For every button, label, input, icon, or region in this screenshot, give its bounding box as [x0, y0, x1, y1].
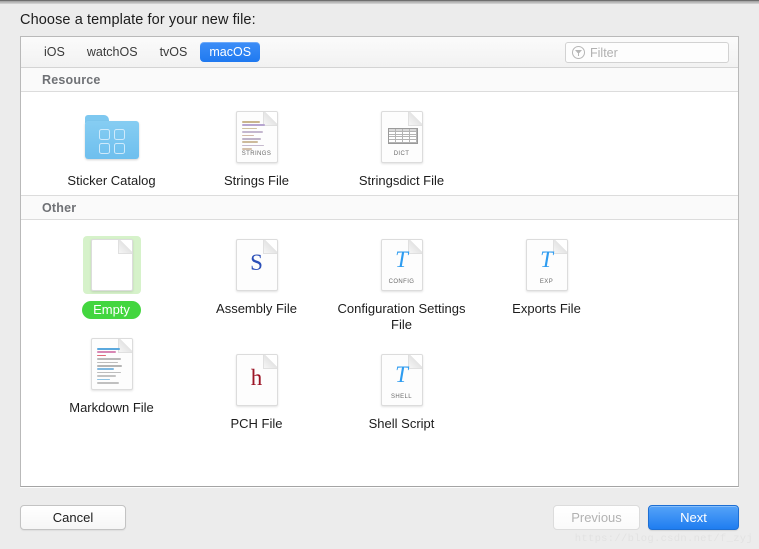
template-item-label: Sticker Catalog: [67, 173, 156, 188]
section-header-resource: Resource: [21, 68, 738, 92]
config-document-icon: T CONFIG: [380, 239, 423, 291]
new-file-template-dialog: Choose a template for your new file: iOS…: [0, 0, 759, 549]
icon-container: T SHELL: [373, 351, 431, 409]
document-tag-label: EXP: [539, 279, 554, 285]
template-item-stringsdict-file[interactable]: DICT Stringsdict File: [329, 106, 474, 189]
template-item-label: Assembly File: [216, 301, 297, 316]
icon-container: STRINGS: [228, 108, 286, 166]
template-item-shell-script[interactable]: T SHELL Shell Script: [329, 349, 474, 432]
pch-document-icon: h: [235, 354, 278, 406]
dict-document-icon: DICT: [380, 111, 423, 163]
template-item-label: Strings File: [223, 173, 290, 188]
exports-document-icon: T EXP: [525, 239, 568, 291]
section-header-other: Other: [21, 196, 738, 220]
template-item-label: Stringsdict File: [358, 173, 445, 188]
window-top-edge: [0, 0, 759, 4]
platform-tabs: iOS watchOS tvOS macOS: [21, 42, 261, 62]
template-item-exports-file[interactable]: T EXP Exports File: [474, 234, 619, 333]
folder-sticker-icon: [84, 115, 139, 159]
template-grid-resource: Sticker Catalog STRINGS Strings File DIC…: [21, 106, 738, 189]
icon-container: [83, 108, 141, 166]
template-item-sticker-catalog[interactable]: Sticker Catalog: [39, 106, 184, 189]
previous-button[interactable]: Previous: [553, 505, 640, 530]
template-item-label: Markdown File: [69, 400, 154, 415]
template-grid-other: Empty S Assembly File T CONFIG Configura…: [21, 234, 738, 432]
template-item-strings-file[interactable]: STRINGS Strings File: [184, 106, 329, 189]
icon-container: T CONFIG: [373, 236, 431, 294]
template-item-empty[interactable]: Empty: [39, 234, 184, 333]
template-item-label: Configuration Settings File: [337, 301, 466, 332]
platform-tabstrip: iOS watchOS tvOS macOS: [21, 37, 738, 68]
section-body-resource: Sticker Catalog STRINGS Strings File DIC…: [21, 92, 738, 195]
watermark-text: https://blog.csdn.net/f_zyj: [574, 533, 753, 545]
page-title: Choose a template for your new file:: [20, 12, 256, 28]
section-body-other: Empty S Assembly File T CONFIG Configura…: [21, 220, 738, 438]
icon-container: [82, 236, 141, 294]
icon-container: h: [228, 351, 286, 409]
template-item-label: Exports File: [512, 301, 581, 316]
tab-ios[interactable]: iOS: [35, 42, 74, 62]
template-item-markdown-file[interactable]: Markdown File: [39, 333, 184, 432]
tab-watchos[interactable]: watchOS: [78, 42, 147, 62]
filter-input[interactable]: [590, 45, 722, 60]
document-text-lines: [241, 121, 272, 152]
document-glyph: h: [250, 365, 263, 390]
template-item-configuration-settings-file[interactable]: T CONFIG Configuration Settings File: [329, 234, 474, 333]
template-item-label: Shell Script: [368, 416, 435, 431]
template-item-label: Empty: [82, 301, 141, 319]
icon-container: S: [228, 236, 286, 294]
markdown-document-icon: [90, 338, 133, 390]
document-tag-label: CONFIG: [388, 279, 415, 285]
document-glyph: T: [540, 247, 553, 272]
next-button[interactable]: Next: [648, 505, 739, 530]
blank-document-icon: [90, 239, 133, 291]
document-tag-label: SHELL: [390, 394, 412, 400]
filter-field[interactable]: [565, 42, 729, 63]
template-item-pch-file[interactable]: h PCH File: [184, 349, 329, 432]
icon-container: [83, 335, 141, 393]
icon-container: T EXP: [518, 236, 576, 294]
template-item-assembly-file[interactable]: S Assembly File: [184, 234, 329, 333]
icon-container: DICT: [373, 108, 431, 166]
document-tag-label: STRINGS: [241, 151, 272, 157]
cancel-button[interactable]: Cancel: [20, 505, 126, 530]
document-glyph: T: [395, 362, 408, 387]
template-item-label: PCH File: [230, 416, 283, 431]
strings-document-icon: STRINGS: [235, 111, 278, 163]
shell-document-icon: T SHELL: [380, 354, 423, 406]
document-text-lines: [96, 348, 127, 385]
filter-icon: [572, 46, 585, 59]
template-browser-panel: iOS watchOS tvOS macOS Resource: [20, 36, 739, 487]
document-tag-label: DICT: [393, 151, 410, 157]
tab-macos[interactable]: macOS: [200, 42, 261, 62]
assembly-document-icon: S: [235, 239, 278, 291]
document-glyph: S: [250, 250, 263, 275]
document-glyph: T: [395, 247, 408, 272]
document-table-graphic: [387, 128, 418, 144]
tab-tvos[interactable]: tvOS: [151, 42, 197, 62]
